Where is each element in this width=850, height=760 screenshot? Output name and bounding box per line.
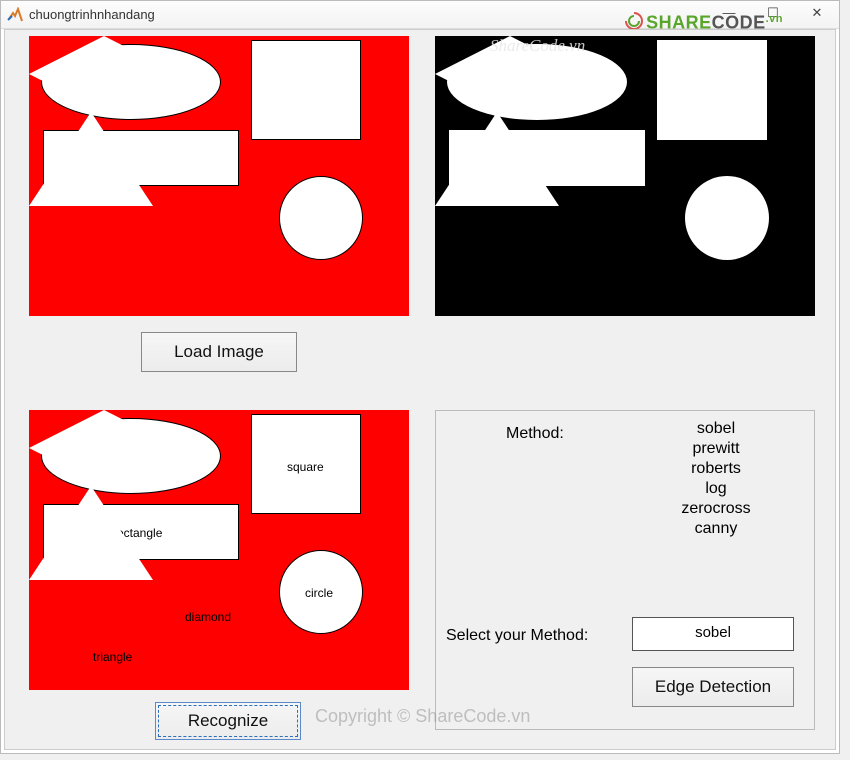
label-triangle: triangle (93, 650, 132, 664)
label-square: square (287, 460, 324, 474)
method-item: log (646, 479, 786, 499)
method-list: sobel prewitt roberts log zerocross cann… (646, 419, 786, 539)
shape-circle (279, 176, 363, 260)
minimize-button[interactable]: — (707, 1, 751, 25)
select-method-label: Select your Method: (446, 627, 588, 645)
window-title: chuongtrinhnhandang (29, 7, 155, 22)
processed-image-panel: ShareCode.vn (435, 36, 815, 316)
title-bar: chuongtrinhnhandang — ☐ ✕ (1, 1, 839, 29)
recognition-result-panel: ellipse square rectangle circle diamond … (29, 410, 409, 690)
client-area: ShareCode.vn Load Image ellipse square r… (4, 29, 836, 750)
shape-circle (685, 176, 769, 260)
label-circle: circle (305, 586, 333, 600)
close-button[interactable]: ✕ (795, 1, 839, 25)
shape-square (251, 40, 361, 140)
method-item: canny (646, 519, 786, 539)
method-item: roberts (646, 459, 786, 479)
methods-panel: Method: sobel prewitt roberts log zerocr… (435, 410, 815, 730)
method-heading: Method: (506, 425, 564, 443)
matlab-icon (7, 7, 23, 23)
method-item: zerocross (646, 499, 786, 519)
input-image-panel (29, 36, 409, 316)
selected-method-input[interactable]: sobel (632, 617, 794, 651)
app-window: chuongtrinhnhandang — ☐ ✕ SHARECODE.vn (0, 0, 840, 754)
shape-square (657, 40, 767, 140)
method-item: sobel (646, 419, 786, 439)
label-diamond: diamond (185, 610, 231, 624)
method-item: prewitt (646, 439, 786, 459)
load-image-button[interactable]: Load Image (141, 332, 297, 372)
edge-detection-button[interactable]: Edge Detection (632, 667, 794, 707)
recognize-button[interactable]: Recognize (155, 702, 301, 740)
maximize-button[interactable]: ☐ (751, 1, 795, 25)
